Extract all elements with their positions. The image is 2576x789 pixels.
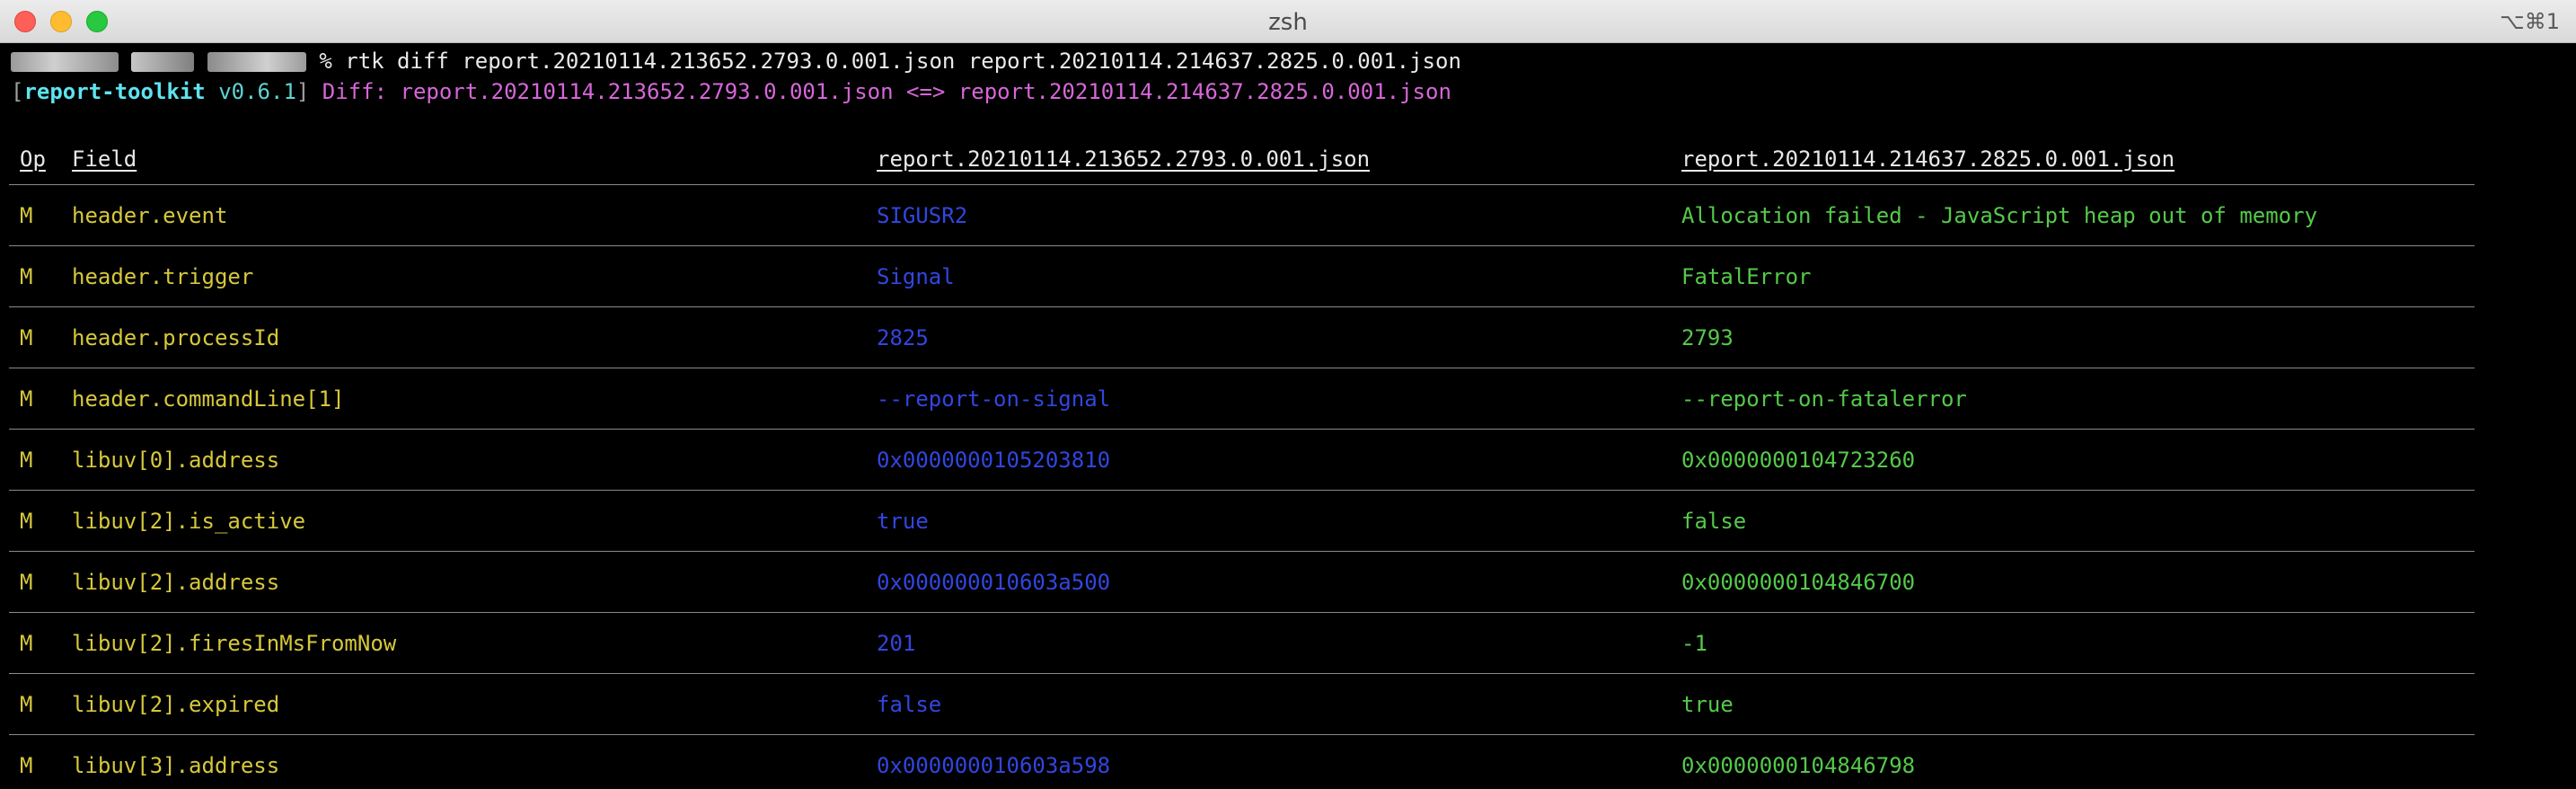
row-op: M — [20, 752, 33, 778]
terminal-output[interactable]: % rtk diff report.20210114.213652.2793.0… — [0, 43, 2576, 789]
redacted-prompt-segment — [207, 52, 306, 72]
title-bar[interactable]: zsh ⌥⌘1 — [0, 0, 2576, 43]
row-field: libuv[2].address — [72, 569, 280, 595]
table-row: Mlibuv[2].expired false true — [9, 674, 2475, 735]
table-row: Mheader.event SIGUSR2 Allocation failed - … — [9, 185, 2475, 246]
table-row: Mheader.processId 2825 2793 — [9, 307, 2475, 368]
row-right-value: --report-on-fatalerror — [1681, 386, 1967, 412]
row-op: M — [20, 202, 33, 228]
banner-tool-name: report-toolkit — [23, 79, 206, 104]
command-text: % rtk diff report.20210114.213652.2793.0… — [319, 49, 1461, 74]
row-right-value: -1 — [1681, 630, 1707, 656]
diff-banner: [report-toolkit v0.6.1] Diff: report.202… — [11, 77, 1451, 106]
row-right-value: Allocation failed - JavaScript heap out … — [1681, 202, 2318, 228]
row-field: header.processId — [72, 324, 280, 350]
row-left-value: 0x000000010603a598 — [877, 752, 1111, 778]
row-op: M — [20, 386, 33, 412]
row-right-value: FatalError — [1681, 263, 1812, 289]
table-row: Mlibuv[2].address 0x000000010603a500 0x000… — [9, 552, 2475, 613]
redacted-prompt-segment — [11, 52, 119, 72]
banner-version: v0.6.1 — [205, 79, 296, 104]
table-row: Mlibuv[0].address 0x0000000105203810 0x000… — [9, 430, 2475, 491]
table-row: Mheader.commandLine[1] --report-on-signal… — [9, 368, 2475, 430]
banner-diff-text: Diff: report.20210114.213652.2793.0.001.… — [309, 79, 1451, 104]
row-left-value: 201 — [877, 630, 916, 656]
row-left-value: true — [877, 508, 929, 534]
row-right-value: false — [1681, 508, 1747, 534]
header-field: Field — [72, 146, 137, 172]
banner-close-bracket: ] — [296, 79, 310, 104]
header-right-report: report.20210114.214637.2825.0.001.json — [1681, 146, 2175, 172]
terminal-window: zsh ⌥⌘1 % rtk diff report.20210114.21365… — [0, 0, 2576, 789]
row-field: header.trigger — [72, 263, 254, 289]
redacted-prompt-segment — [131, 52, 195, 72]
row-field: header.commandLine[1] — [72, 386, 345, 412]
banner-open-bracket: [ — [11, 79, 24, 104]
row-right-value: true — [1681, 691, 1734, 717]
window-title: zsh — [1268, 9, 1308, 36]
row-field: header.event — [72, 202, 228, 228]
row-right-value: 0x0000000104846798 — [1681, 752, 1916, 778]
row-op: M — [20, 691, 33, 717]
row-left-value: 2825 — [877, 324, 929, 350]
header-op: Op — [20, 146, 46, 172]
table-row: Mlibuv[2].is_active true false — [9, 491, 2475, 552]
row-left-value: Signal — [877, 263, 955, 289]
row-op: M — [20, 447, 33, 473]
table-row: Mlibuv[3].address 0x000000010603a598 0x000… — [9, 735, 2475, 789]
row-op: M — [20, 630, 33, 656]
row-left-value: --report-on-signal — [877, 386, 1111, 412]
row-field: libuv[2].is_active — [72, 508, 306, 534]
row-left-value: false — [877, 691, 942, 717]
diff-table: Op Field report.20210114.213652.2793.0.0… — [9, 133, 2475, 789]
window-shortcut: ⌥⌘1 — [2500, 9, 2560, 34]
row-op: M — [20, 508, 33, 534]
table-row: Mheader.trigger Signal FatalError — [9, 246, 2475, 307]
row-op: M — [20, 263, 33, 289]
header-left-report: report.20210114.213652.2793.0.001.json — [877, 146, 1371, 172]
row-field: libuv[2].firesInMsFromNow — [72, 630, 397, 656]
row-left-value: SIGUSR2 — [877, 202, 968, 228]
row-right-value: 0x0000000104846700 — [1681, 569, 1916, 595]
row-right-value: 2793 — [1681, 324, 1734, 350]
table-row: Mlibuv[2].firesInMsFromNow 201 -1 — [9, 613, 2475, 674]
diff-table-body: Mheader.event SIGUSR2 Allocation failed - … — [9, 185, 2475, 789]
row-field: libuv[0].address — [72, 447, 280, 473]
row-left-value: 0x000000010603a500 — [877, 569, 1111, 595]
command-line: % rtk diff report.20210114.213652.2793.0… — [11, 47, 1461, 75]
diff-table-header: Op Field report.20210114.213652.2793.0.0… — [9, 133, 2475, 185]
row-op: M — [20, 569, 33, 595]
row-left-value: 0x0000000105203810 — [877, 447, 1111, 473]
row-right-value: 0x0000000104723260 — [1681, 447, 1916, 473]
row-field: libuv[3].address — [72, 752, 280, 778]
row-field: libuv[2].expired — [72, 691, 280, 717]
row-op: M — [20, 324, 33, 350]
